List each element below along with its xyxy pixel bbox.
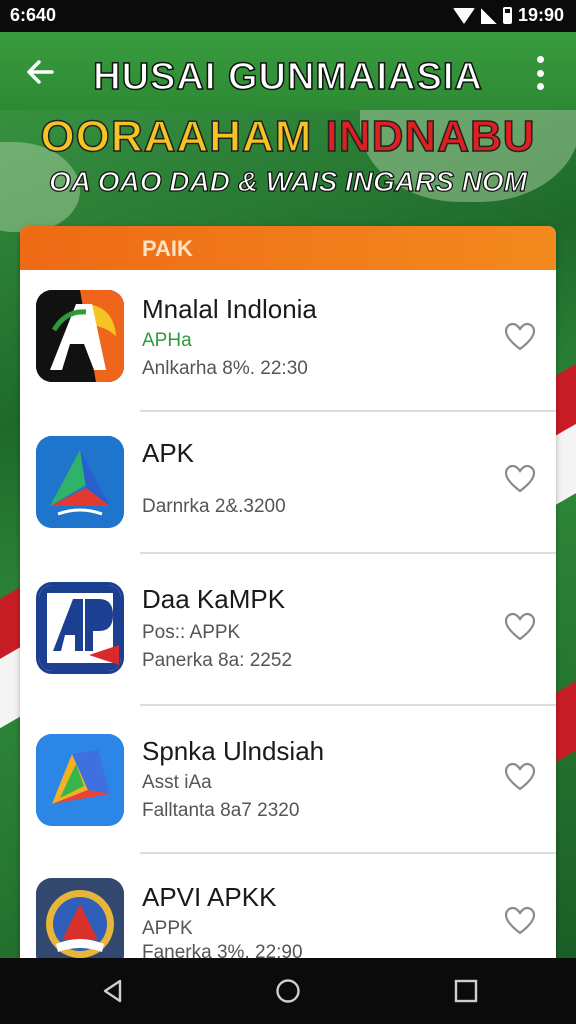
- list-item[interactable]: Mnalal Indlonia APHa Anlkarha 8%. 22:30: [20, 270, 556, 412]
- item-subtitle: Asst iAa: [142, 772, 212, 793]
- favorite-heart-icon[interactable]: [504, 906, 536, 936]
- item-title: APVI APKK: [142, 882, 277, 912]
- ap-logo-app-icon: [36, 582, 124, 674]
- item-subtitle: APPK: [142, 918, 193, 939]
- emblem-app-icon: [36, 878, 124, 958]
- list-item[interactable]: Spnka Ulndsiah Asst iAa Falltanta 8a7 23…: [20, 706, 556, 854]
- banner-headline-part-b: INDNABU: [325, 111, 536, 162]
- item-date: Falltanta 8a7 2320: [142, 800, 300, 821]
- item-date: Fanerka 3%. 22:90: [142, 942, 303, 958]
- more-options-icon[interactable]: [532, 56, 548, 90]
- item-date: Anlkarha 8%. 22:30: [142, 358, 308, 379]
- favorite-heart-icon[interactable]: [504, 322, 536, 352]
- item-date: Darnrka 2&.3200: [142, 496, 286, 517]
- favorite-heart-icon[interactable]: [504, 464, 536, 494]
- list-item[interactable]: Daa KaMPK Pos:: APPK Panerka 8a: 2252: [20, 554, 556, 706]
- app-title: HUSAI GUNMAIASIA: [92, 55, 483, 99]
- wifi-icon: [452, 7, 475, 24]
- item-subtitle: APHa: [142, 330, 192, 351]
- status-icons: 19:90: [452, 5, 564, 26]
- favorite-heart-icon[interactable]: [504, 762, 536, 792]
- banner-subheadline: OA OAO DAD & WAIS INGARS NOM: [48, 165, 528, 197]
- app-list-card: PAIK Mnalal Indlonia APHa Anlkarha 8%. 2…: [20, 226, 556, 958]
- item-title: Daa KaMPK: [142, 584, 286, 614]
- favorite-heart-icon[interactable]: [504, 612, 536, 642]
- back-nav-icon[interactable]: [100, 978, 126, 1004]
- list-item[interactable]: APVI APKK APPK Fanerka 3%. 22:90: [20, 854, 556, 958]
- banner-headline-part-a: OORAAHAM: [40, 111, 326, 162]
- item-date: Panerka 8a: 2252: [142, 650, 293, 671]
- app-bar: HUSAI GUNMAIASIA: [0, 32, 576, 110]
- list-item[interactable]: APK Darnrka 2&.3200: [20, 412, 556, 554]
- status-bar: 6:640 19:90: [0, 0, 576, 32]
- orange-black-a-app-icon: [36, 290, 124, 382]
- recents-nav-icon[interactable]: [453, 978, 479, 1004]
- home-nav-icon[interactable]: [275, 978, 301, 1004]
- list-header: PAIK: [20, 226, 556, 270]
- banner-headline: OORAAHAM INDNABU: [0, 111, 576, 162]
- item-subtitle: Pos:: APPK: [142, 622, 241, 643]
- signal-icon: [480, 7, 497, 24]
- battery-icon: [502, 7, 512, 24]
- item-title: Spnka Ulndsiah: [142, 736, 325, 766]
- system-nav-bar: [0, 958, 576, 1024]
- blue-arrow-app-icon: [36, 436, 124, 528]
- item-title: Mnalal Indlonia: [142, 294, 317, 324]
- status-time-right: 19:90: [517, 5, 564, 25]
- item-title: APK: [142, 438, 195, 468]
- colorful-folder-app-icon: [36, 734, 124, 826]
- status-time-left: 6:640: [10, 5, 57, 25]
